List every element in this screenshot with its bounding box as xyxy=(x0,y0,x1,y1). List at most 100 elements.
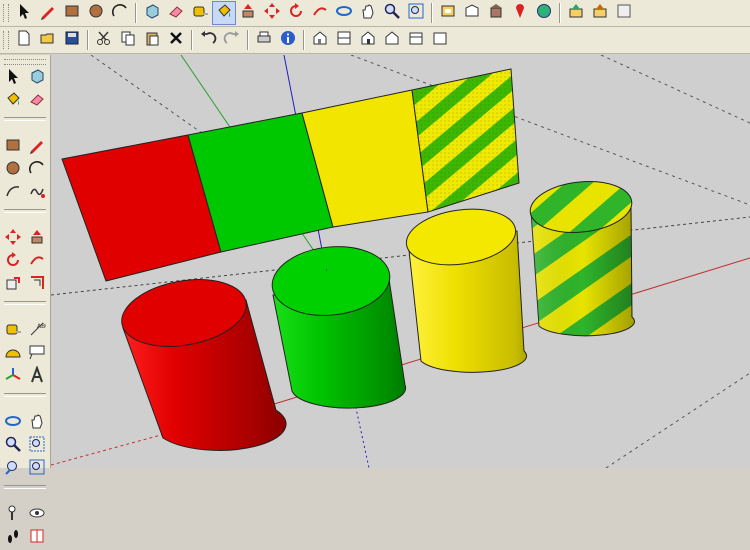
delete-button[interactable] xyxy=(165,29,187,51)
redo-icon xyxy=(223,29,241,51)
scene-canvas[interactable] xyxy=(51,55,750,468)
rotate-button[interactable] xyxy=(2,251,24,273)
download-components-icon xyxy=(567,2,585,24)
3d-text-button[interactable] xyxy=(26,365,48,388)
previous-view-button[interactable] xyxy=(2,458,24,480)
floppy-save-icon xyxy=(63,29,81,51)
view-iso-button[interactable] xyxy=(309,29,331,51)
zoom-extents-icon xyxy=(28,458,46,480)
earth-tool-button[interactable] xyxy=(533,2,555,24)
paint-bucket-icon xyxy=(215,2,233,24)
tape-measure-button[interactable] xyxy=(2,320,24,342)
paint-bucket-tool-button[interactable] xyxy=(212,1,236,25)
print-button[interactable] xyxy=(253,29,275,51)
striped-panel-texture xyxy=(412,69,519,212)
striped-cylinder[interactable] xyxy=(528,177,635,337)
redo-button[interactable] xyxy=(221,29,243,51)
red-cylinder[interactable] xyxy=(116,271,287,451)
select-arrow-button[interactable] xyxy=(2,67,24,89)
save-file-button[interactable] xyxy=(61,29,83,51)
position-camera-button[interactable] xyxy=(2,504,24,526)
circle-tool-button[interactable] xyxy=(85,2,107,24)
look-around-button[interactable] xyxy=(26,504,48,526)
eraser-icon xyxy=(28,90,46,112)
model-info-button[interactable] xyxy=(277,29,299,51)
zoom-window-button[interactable] xyxy=(26,435,48,457)
scale-button[interactable] xyxy=(2,274,24,296)
walk-button[interactable] xyxy=(2,527,24,549)
rotate-tool-button[interactable] xyxy=(285,2,307,24)
pan-button[interactable] xyxy=(26,412,48,434)
orbit-button[interactable] xyxy=(2,412,24,434)
pan-tool-button[interactable] xyxy=(357,2,379,24)
select-tool-button[interactable] xyxy=(13,2,35,24)
undo-button[interactable] xyxy=(197,29,219,51)
circle-button[interactable] xyxy=(2,159,24,181)
freehand-button[interactable] xyxy=(26,182,48,204)
paste-button[interactable] xyxy=(141,29,163,51)
push-pull-button[interactable] xyxy=(26,228,48,250)
axes-button[interactable] xyxy=(2,366,24,388)
section-plane-button[interactable] xyxy=(26,527,48,549)
earth-globe-icon xyxy=(535,2,553,24)
make-component-tool-button[interactable] xyxy=(141,2,163,24)
pencil-tool-button[interactable] xyxy=(37,2,59,24)
component-button[interactable] xyxy=(26,67,48,89)
view-back-button[interactable] xyxy=(405,29,427,51)
move-button[interactable] xyxy=(2,228,24,250)
view-left-button[interactable] xyxy=(429,29,451,51)
cut-button[interactable] xyxy=(93,29,115,51)
follow-me-button[interactable] xyxy=(26,251,48,273)
orbit-icon xyxy=(335,2,353,24)
arc-icon xyxy=(28,159,46,181)
model-viewport[interactable] xyxy=(51,55,750,468)
zoom-extents-tool-button[interactable] xyxy=(405,2,427,24)
toolbar-grip[interactable] xyxy=(3,4,9,22)
main-toolbar xyxy=(0,0,750,27)
location-tool-button[interactable] xyxy=(509,2,531,24)
protractor-button[interactable] xyxy=(2,343,24,365)
yellow-cylinder[interactable] xyxy=(403,203,528,373)
view-front-button[interactable] xyxy=(357,29,379,51)
view-right-button[interactable] xyxy=(381,29,403,51)
polygon-button[interactable] xyxy=(2,182,24,204)
share-components-tool-button[interactable] xyxy=(589,2,611,24)
pencil-icon xyxy=(39,2,57,24)
text-label-button[interactable] xyxy=(26,343,48,365)
paint-bucket-button[interactable] xyxy=(2,90,24,112)
rectangle-button[interactable] xyxy=(2,136,24,158)
tape-measure-tool-button[interactable] xyxy=(189,2,211,24)
arc-button[interactable] xyxy=(26,159,48,181)
zoom-extents-button[interactable] xyxy=(26,458,48,480)
get-components-tool-button[interactable] xyxy=(565,2,587,24)
offset-button[interactable] xyxy=(26,274,48,296)
extension-tool-button[interactable] xyxy=(613,2,635,24)
arc-tool-button[interactable] xyxy=(109,2,131,24)
eraser-tool-button[interactable] xyxy=(165,2,187,24)
open-file-button[interactable] xyxy=(37,29,59,51)
get-models-tool-button[interactable] xyxy=(437,2,459,24)
rectangle-tool-button[interactable] xyxy=(61,2,83,24)
arc-icon xyxy=(111,2,129,24)
toolbar-grip[interactable] xyxy=(3,31,9,49)
move-tool-button[interactable] xyxy=(261,2,283,24)
toolbar-grip[interactable] xyxy=(4,59,46,65)
eraser-button[interactable] xyxy=(26,90,48,112)
hand-pan-icon xyxy=(359,2,377,24)
warehouse-tool-button[interactable] xyxy=(485,2,507,24)
view-top-button[interactable] xyxy=(333,29,355,51)
rectangle-icon xyxy=(63,2,81,24)
dimension-button[interactable]: ABC xyxy=(26,320,49,342)
cursor-arrow-icon xyxy=(15,2,33,24)
orbit-tool-button[interactable] xyxy=(333,2,355,24)
push-pull-tool-button[interactable] xyxy=(237,2,259,24)
copy-button[interactable] xyxy=(117,29,139,51)
new-file-button[interactable] xyxy=(13,29,35,51)
green-cylinder[interactable] xyxy=(269,241,407,409)
push-pull-icon xyxy=(239,2,257,24)
follow-me-tool-button[interactable] xyxy=(309,2,331,24)
zoom-button[interactable] xyxy=(2,435,24,457)
line-pencil-button[interactable] xyxy=(26,136,48,158)
zoom-tool-button[interactable] xyxy=(381,2,403,24)
share-model-tool-button[interactable] xyxy=(461,2,483,24)
